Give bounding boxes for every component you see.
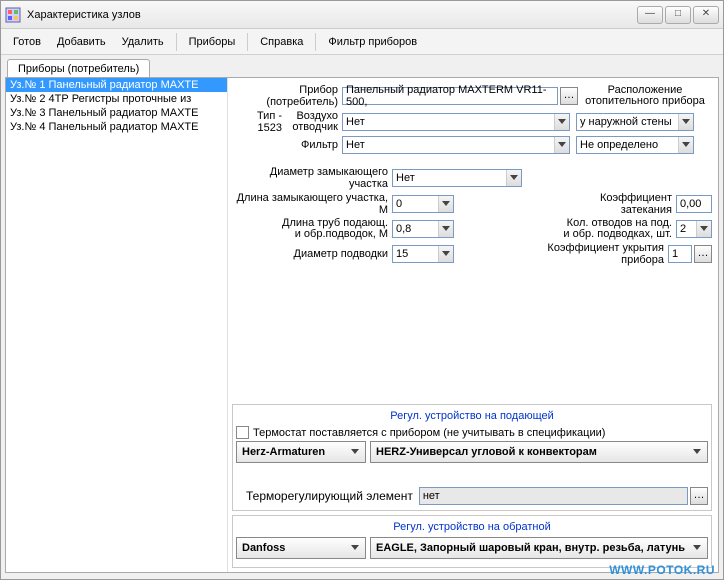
close-button[interactable]: ✕ <box>693 6 719 24</box>
pipe-len-label2: и обр.подводок, М <box>232 229 388 240</box>
cover-coef-input[interactable]: 1 <box>668 245 692 263</box>
device-browse-button[interactable]: … <box>560 87 578 105</box>
bends-combo[interactable]: 2 <box>676 220 712 238</box>
thermo-element-label: Терморегулирующий элемент <box>246 489 413 503</box>
chevron-down-icon <box>347 540 363 556</box>
location-label2: отопительного прибора <box>578 96 712 107</box>
type-label: Тип - 1523 <box>232 110 286 134</box>
list-item[interactable]: Уз.№ 1 Панельный радиатор MAXTE <box>6 78 227 92</box>
chevron-down-icon <box>554 114 569 130</box>
list-item[interactable]: Уз.№ 3 Панельный радиатор MAXTE <box>6 106 227 120</box>
chevron-down-icon <box>506 170 521 186</box>
return-header: Регул. устройство на обратной <box>236 519 708 535</box>
supply-maker-combo[interactable]: Herz-Armaturen <box>236 441 366 463</box>
thermo-element-browse-button[interactable]: … <box>690 487 708 505</box>
closing-len-label: Длина замыкающего участка, М <box>232 192 392 216</box>
leak-coef-input[interactable]: 0,00 <box>676 195 712 213</box>
conn-diam-label: Диаметр подводки <box>232 248 392 260</box>
return-maker-combo[interactable]: Danfoss <box>236 537 366 559</box>
menu-ready[interactable]: Готов <box>5 33 49 51</box>
minimize-button[interactable]: — <box>637 6 663 24</box>
filter-label: Фильтр <box>232 139 342 151</box>
chevron-down-icon <box>689 444 705 460</box>
chevron-down-icon <box>438 246 453 262</box>
airvent-combo[interactable]: Нет <box>342 113 570 131</box>
chevron-down-icon <box>347 444 363 460</box>
thermostat-checkbox-label: Термостат поставляется с прибором (не уч… <box>253 427 605 439</box>
thermostat-checkbox[interactable] <box>236 426 249 439</box>
filter-combo[interactable]: Нет <box>342 136 570 154</box>
menu-devices[interactable]: Приборы <box>181 33 244 51</box>
airvent-label2: отводчик <box>286 122 338 133</box>
filter-location-combo[interactable]: Не определено <box>576 136 694 154</box>
maximize-button[interactable]: □ <box>665 6 691 24</box>
menu-help[interactable]: Справка <box>252 33 311 51</box>
window-title: Характеристика узлов <box>27 9 637 21</box>
chevron-down-icon <box>678 114 693 130</box>
menu-delete[interactable]: Удалить <box>114 33 172 51</box>
list-item[interactable]: Уз.№ 2 4ТР Регистры проточные из <box>6 92 227 106</box>
thermo-element-field[interactable]: нет <box>419 487 688 505</box>
device-combo[interactable]: Панельный радиатор MAXTERM VR11-500, <box>342 87 558 105</box>
closing-diam-label: Диаметр замыкающего участка <box>232 166 392 190</box>
watermark: WWW.POTOK.RU <box>609 563 715 577</box>
supply-header: Регул. устройство на подающей <box>236 408 708 424</box>
menu-add[interactable]: Добавить <box>49 33 114 51</box>
location-combo[interactable]: у наружной стены <box>576 113 694 131</box>
chevron-down-icon <box>554 137 569 153</box>
cover-coef-label: Коэффициент укрытия прибора <box>506 242 668 266</box>
chevron-down-icon <box>678 137 693 153</box>
app-icon <box>5 7 21 23</box>
device-label: Прибор (потребитель) <box>232 84 342 108</box>
chevron-down-icon <box>696 221 711 237</box>
leak-coef-label: Коэффициент затекания <box>546 192 676 216</box>
return-model-combo[interactable]: EAGLE, Запорный шаровый кран, внутр. рез… <box>370 537 708 559</box>
menubar: Готов Добавить Удалить Приборы Справка Ф… <box>1 29 723 55</box>
tab-devices-consumer[interactable]: Приборы (потребитель) <box>7 59 150 78</box>
chevron-down-icon <box>438 196 453 212</box>
device-list[interactable]: Уз.№ 1 Панельный радиатор MAXTE Уз.№ 2 4… <box>6 78 228 572</box>
chevron-down-icon <box>689 540 705 556</box>
titlebar: Характеристика узлов — □ ✕ <box>1 1 723 29</box>
closing-diam-combo[interactable]: Нет <box>392 169 522 187</box>
bends-label2: и обр. подводках, шт. <box>546 229 672 240</box>
supply-model-combo[interactable]: HERZ-Универсал угловой к конвекторам <box>370 441 708 463</box>
conn-diam-combo[interactable]: 15 <box>392 245 454 263</box>
chevron-down-icon <box>438 221 453 237</box>
supply-group: Регул. устройство на подающей Термостат … <box>232 404 712 511</box>
menu-filter[interactable]: Фильтр приборов <box>320 33 425 51</box>
return-group: Регул. устройство на обратной Danfoss EA… <box>232 515 712 568</box>
closing-len-input[interactable]: 0 <box>392 195 454 213</box>
cover-coef-browse-button[interactable]: … <box>694 245 712 263</box>
pipe-len-combo[interactable]: 0,8 <box>392 220 454 238</box>
list-item[interactable]: Уз.№ 4 Панельный радиатор MAXTE <box>6 120 227 134</box>
